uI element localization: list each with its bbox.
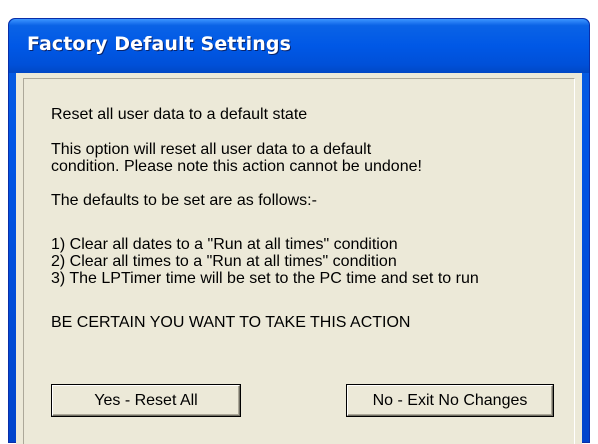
description-line-2: condition. Please note this action canno… [51,158,422,175]
window-frame: Factory Default Settings Reset all user … [8,18,590,444]
title-bar[interactable]: Factory Default Settings [9,19,589,73]
window-title: Factory Default Settings [27,33,292,55]
yes-button-label: Yes - Reset All [94,392,198,409]
dialog-client-area: Reset all user data to a default state T… [16,73,582,444]
defaults-intro: The defaults to be set are as follows:- [51,192,317,209]
yes-reset-all-button[interactable]: Yes - Reset All [51,384,241,417]
warning-text: BE CERTAIN YOU WANT TO TAKE THIS ACTION [51,314,411,331]
no-exit-no-changes-button[interactable]: No - Exit No Changes [346,384,554,417]
dialog-heading: Reset all user data to a default state [51,106,308,123]
default-item-3: 3) The LPTimer time will be set to the P… [51,270,479,287]
default-item-2: 2) Clear all times to a "Run at all time… [51,253,397,270]
default-item-1: 1) Clear all dates to a "Run at all time… [51,236,398,253]
dialog-window: Factory Default Settings Reset all user … [0,0,598,444]
no-button-label: No - Exit No Changes [372,392,528,409]
description-line-1: This option will reset all user data to … [51,141,372,158]
